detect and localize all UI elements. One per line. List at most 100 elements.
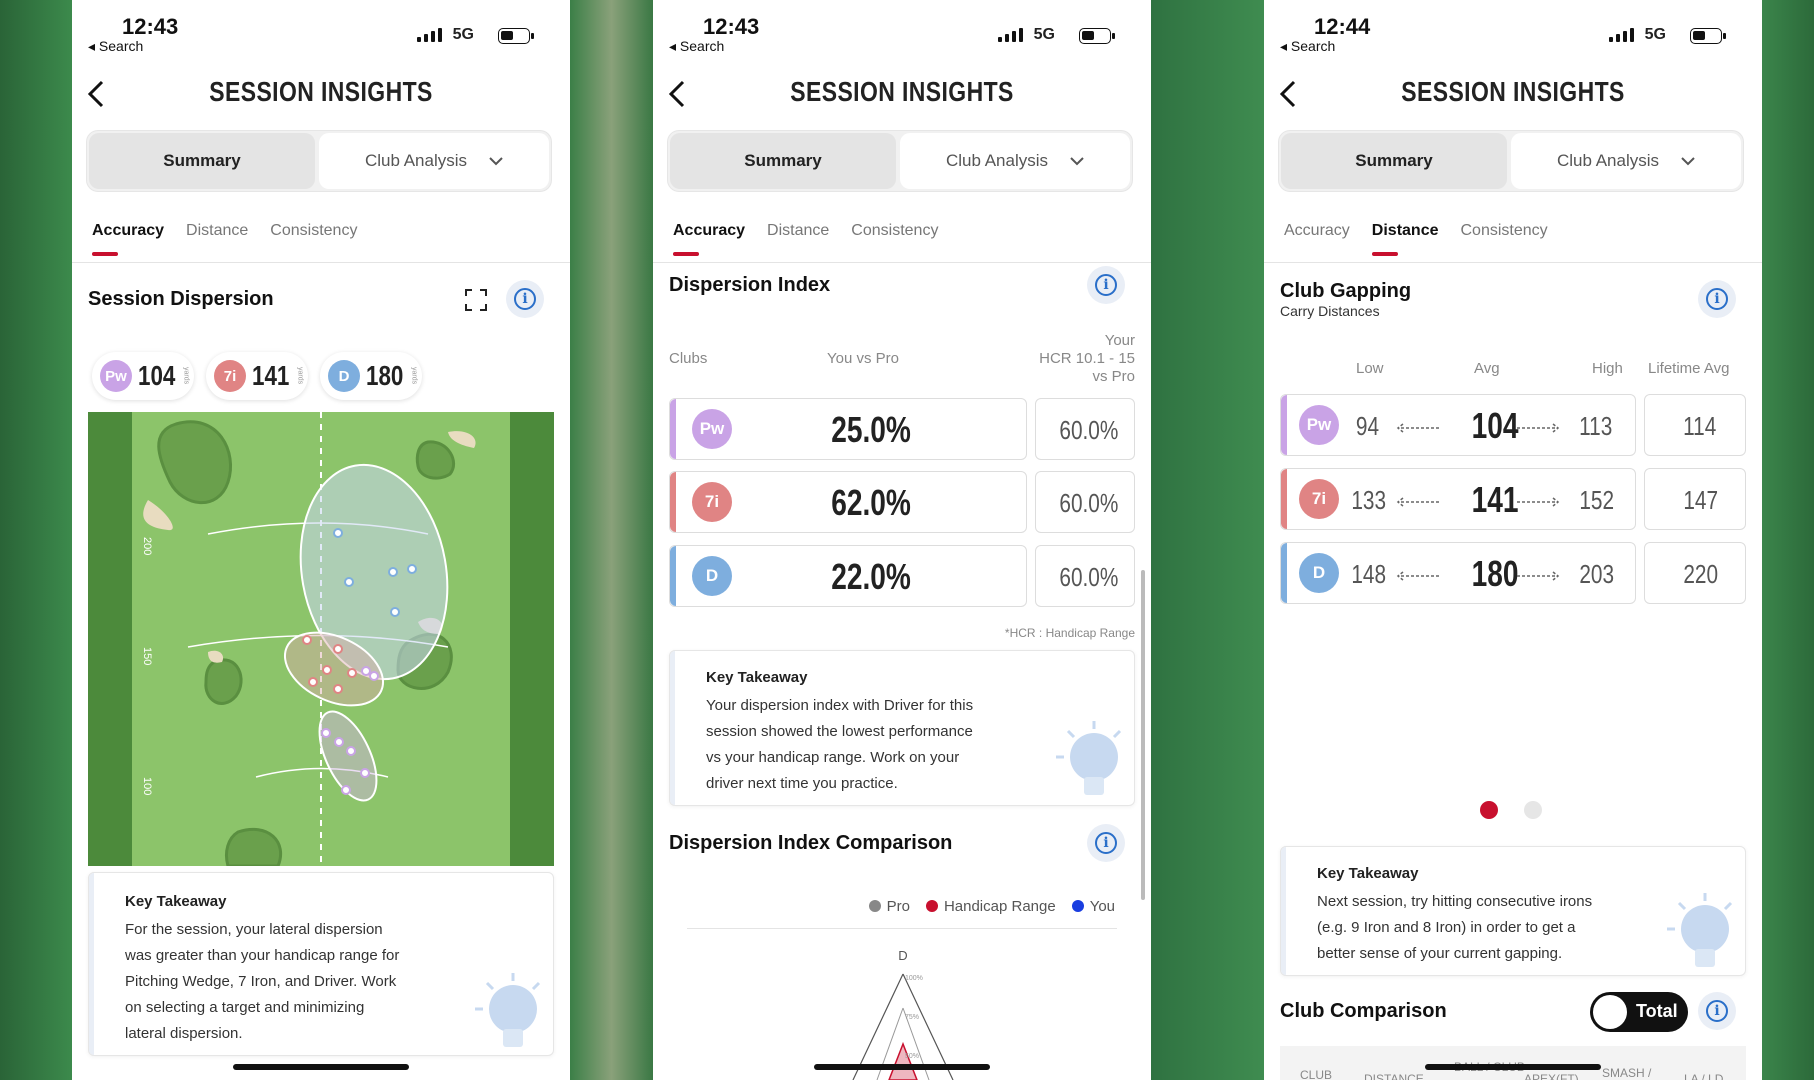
club-badge-7i: 7i [1299, 479, 1339, 519]
status-time: 12:43 [122, 14, 179, 39]
chip-value: 180 [366, 360, 404, 391]
home-indicator [1425, 1064, 1601, 1070]
takeaway-body: For the session, your lateral dispersion… [125, 917, 455, 1047]
chevron-down-icon [489, 157, 503, 166]
chip-7i: 7i 141 yards [206, 352, 308, 400]
hcr-cell-d: 60.0% [1035, 545, 1135, 607]
section-title: Dispersion Index [669, 274, 831, 296]
chip-unit: yards [296, 367, 304, 385]
tab-accuracy[interactable]: Accuracy [92, 222, 164, 256]
hcr-header-line: Your [1104, 332, 1135, 349]
key-takeaway-card: Key Takeaway Next session, try hitting c… [1280, 846, 1746, 976]
dispersion-row-d: D 22.0% [669, 545, 1027, 607]
dispersion-row-7i: 7i 62.0% [669, 471, 1027, 533]
tab-distance[interactable]: Distance [767, 222, 829, 250]
chevron-down-icon [1070, 157, 1084, 166]
info-icon[interactable]: i [1698, 280, 1736, 318]
high-value: 113 [1579, 411, 1613, 441]
dispersion-map[interactable]: 200 150 100 [88, 412, 554, 866]
back-chevron-icon[interactable] [82, 76, 112, 112]
back-to-search-link[interactable]: ◂ Search [1280, 38, 1335, 55]
chip-value: 104 [138, 360, 176, 391]
info-icon[interactable]: i [1087, 266, 1125, 304]
takeaway-heading: Key Takeaway [1317, 865, 1419, 882]
legend-item-handicap-range: Handicap Range [925, 898, 1056, 915]
back-chevron-icon[interactable] [1274, 76, 1304, 112]
back-to-search-link[interactable]: ◂ Search [669, 38, 724, 55]
info-icon[interactable]: i [1698, 992, 1736, 1030]
summary-segment[interactable]: Summary [89, 133, 315, 189]
network-label: 5G [1644, 26, 1666, 43]
tab-consistency[interactable]: Consistency [851, 222, 938, 250]
tab-consistency[interactable]: Consistency [270, 222, 357, 250]
hcr-cell-7i: 60.0% [1035, 471, 1135, 533]
phone-screen-club-gapping: 12:44 ◂ Search 5G SESSION INSIGHTS Summa… [1264, 0, 1762, 1080]
club-analysis-dropdown[interactable]: Club Analysis [319, 133, 549, 189]
back-to-search-link[interactable]: ◂ Search [88, 38, 143, 55]
signal-icon [1609, 28, 1634, 42]
expand-icon[interactable] [464, 288, 488, 317]
info-icon[interactable]: i [1087, 824, 1125, 862]
club-analysis-label: Club Analysis [364, 151, 468, 170]
legend-label: Handicap Range [943, 898, 1056, 915]
scrollbar[interactable] [1141, 570, 1145, 900]
tab-accuracy[interactable]: Accuracy [1284, 222, 1350, 250]
pager-dot[interactable] [1524, 801, 1542, 819]
club-color-bar [670, 472, 676, 532]
club-analysis-dropdown[interactable]: Club Analysis [1511, 133, 1741, 189]
you-vs-pro-value: 22.0% [831, 556, 911, 597]
club-badge-d: D [1299, 553, 1339, 593]
info-icon[interactable]: i [506, 280, 544, 318]
background-left [0, 0, 72, 1080]
phone-screen-dispersion-index: 12:43 ◂ Search 5G SESSION INSIGHTS Summa… [653, 0, 1151, 1080]
takeaway-line: Your dispersion index with Driver for th… [706, 697, 974, 714]
summary-segment[interactable]: Summary [670, 133, 896, 189]
total-toggle[interactable]: Total [1590, 992, 1688, 1032]
hcr-header-line: vs Pro [1092, 368, 1135, 385]
arrow-left-icon [1396, 571, 1439, 581]
tabs-divider [72, 262, 570, 263]
tab-consistency[interactable]: Consistency [1461, 222, 1548, 250]
comparison-table-header: CLUB DISTANCE BALL / CLUB APEX(FT) SMASH… [1280, 1046, 1746, 1080]
hcr-value: 60.0% [1059, 562, 1119, 592]
tab-accuracy[interactable]: Accuracy [673, 222, 745, 256]
dispersion-row-pw: Pw 25.0% [669, 398, 1027, 460]
takeaway-line: (e.g. 9 Iron and 8 Iron) in order to get… [1317, 919, 1576, 936]
club-color-bar [1281, 543, 1287, 603]
pager-dot-active[interactable] [1480, 801, 1498, 819]
insight-tabs: Accuracy Distance Consistency [92, 222, 357, 256]
col-header: DISTANCE [1364, 1072, 1424, 1080]
tab-distance[interactable]: Distance [186, 222, 248, 250]
lifetime-cell-d: 220 [1644, 542, 1746, 604]
chip-unit: yards [410, 367, 418, 385]
col-header-you-vs-pro: You vs Pro [827, 350, 899, 367]
gapping-row-7i: 7i 133 141 152 [1280, 468, 1636, 530]
takeaway-body: Next session, try hitting consecutive ir… [1317, 889, 1657, 967]
col-header-low: Low [1356, 360, 1384, 377]
high-value: 203 [1579, 559, 1615, 589]
section-title: Session Dispersion [88, 288, 274, 310]
summary-segment[interactable]: Summary [1281, 133, 1507, 189]
arrow-right-icon [1517, 423, 1560, 433]
club-comparison-title: Club Comparison [1280, 1000, 1447, 1022]
back-chevron-icon[interactable] [663, 76, 693, 112]
view-segmented-control: Summary Club Analysis [1278, 130, 1744, 192]
status-bar: 12:44 ◂ Search 5G [1264, 0, 1762, 60]
tabs-divider [653, 262, 1151, 263]
battery-icon [498, 28, 534, 44]
hcr-cell-pw: 60.0% [1035, 398, 1135, 460]
chip-unit: yards [182, 367, 190, 385]
tab-distance[interactable]: Distance [1371, 222, 1439, 256]
club-badge-pw: Pw [100, 360, 132, 392]
col-header-avg: Avg [1474, 360, 1500, 377]
legend-divider [687, 928, 1117, 929]
club-badge-pw: Pw [692, 409, 732, 449]
hcr-header-line: HCR 10.1 - 15 [1039, 350, 1135, 367]
club-badge-d: D [328, 360, 360, 392]
col-header-hcr: Your HCR 10.1 - 15 vs Pro [1039, 332, 1135, 386]
hcr-value: 60.0% [1059, 488, 1119, 518]
map-label-200: 200 [141, 537, 153, 555]
view-segmented-control: Summary Club Analysis [86, 130, 552, 192]
map-label-100: 100 [141, 777, 153, 795]
club-analysis-dropdown[interactable]: Club Analysis [900, 133, 1130, 189]
